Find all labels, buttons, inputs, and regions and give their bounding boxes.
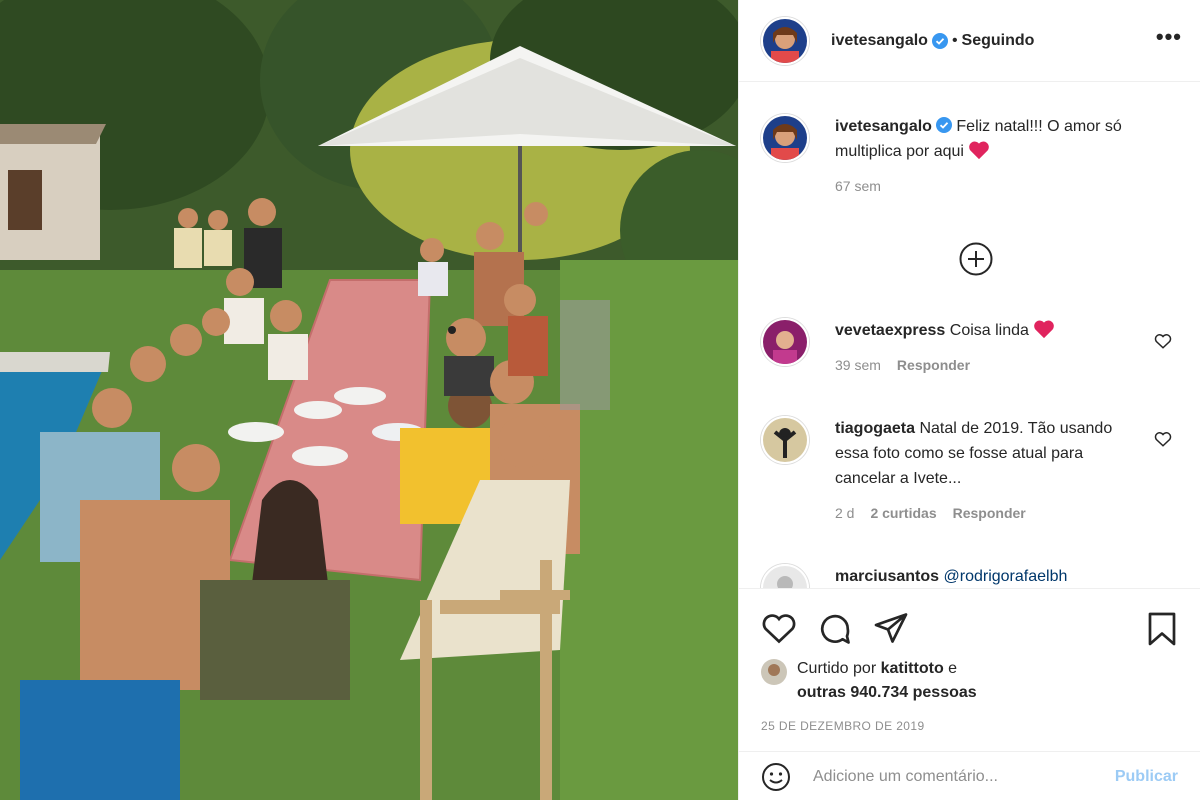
comment-time[interactable]: 2 d <box>835 505 854 521</box>
comment-mention[interactable]: @rodrigorafaelbh <box>944 568 1068 585</box>
add-comment-bar: Adicione um comentário... Publicar <box>739 751 1200 802</box>
comment-item: marciusantos @rodrigorafaelbh <box>761 564 1178 588</box>
publish-button[interactable]: Publicar <box>1115 768 1178 786</box>
post-actions: Curtido por katittoto e outras 940.734 p… <box>739 588 1200 801</box>
heart-icon[interactable] <box>761 611 797 645</box>
share-icon[interactable] <box>873 611 909 645</box>
caption: ivetesangalo Feliz natal!!! O amor só mu… <box>761 114 1178 199</box>
separator-dot: • <box>951 31 958 49</box>
red-heart-icon <box>1034 320 1055 339</box>
liker-username[interactable]: katittoto <box>881 660 944 677</box>
likes-others[interactable]: outras 940.734 pessoas <box>797 684 977 701</box>
avatar[interactable] <box>761 114 809 162</box>
reply-button[interactable]: Responder <box>897 357 970 373</box>
family-dinner-photo <box>0 0 738 800</box>
emoji-icon[interactable] <box>761 762 791 792</box>
more-icon[interactable]: ••• <box>1156 24 1182 50</box>
liker-avatar[interactable] <box>761 659 787 685</box>
comment-username[interactable]: vevetaexpress <box>835 322 945 339</box>
instagram-post: ivetesangalo • Seguindo ••• ivetesangalo… <box>0 0 1200 800</box>
post-photo[interactable] <box>0 0 738 800</box>
comment-username[interactable]: tiagogaeta <box>835 420 915 437</box>
caption-username[interactable]: ivetesangalo <box>835 118 932 135</box>
load-more-comments-icon[interactable] <box>959 242 993 276</box>
verified-icon <box>935 117 952 133</box>
avatar[interactable] <box>761 16 809 65</box>
verified-icon <box>931 32 948 49</box>
avatar[interactable] <box>761 564 809 588</box>
following-button[interactable]: Seguindo <box>962 32 1035 50</box>
caption-time[interactable]: 67 sem <box>835 178 881 194</box>
header-username[interactable]: ivetesangalo <box>831 32 928 50</box>
comments-list[interactable]: ivetesangalo Feliz natal!!! O amor só mu… <box>739 82 1200 588</box>
comment-username[interactable]: marciusantos <box>835 568 939 585</box>
like-comment-icon[interactable] <box>1154 332 1172 350</box>
post-date[interactable]: 25 DE DEZEMBRO DE 2019 <box>761 719 925 733</box>
comment-text: Coisa linda <box>949 322 1029 339</box>
post-sidebar: ivetesangalo • Seguindo ••• ivetesangalo… <box>738 0 1200 800</box>
like-comment-icon[interactable] <box>1154 430 1172 448</box>
likes-and: e <box>948 660 958 677</box>
reply-button[interactable]: Responder <box>953 505 1026 521</box>
comment-item: vevetaexpress Coisa linda 39 sem Responde… <box>761 318 1178 378</box>
comment-time[interactable]: 39 sem <box>835 357 881 373</box>
comment-icon[interactable] <box>817 611 853 647</box>
likes-summary: Curtido por katittoto e outras 940.734 p… <box>761 657 977 705</box>
red-heart-icon <box>969 141 990 160</box>
post-header: ivetesangalo • Seguindo ••• <box>739 0 1200 82</box>
likes-prefix: Curtido por <box>797 660 877 677</box>
comment-item: tiagogaeta Natal de 2019. Tão usando ess… <box>761 416 1178 526</box>
comment-likes[interactable]: 2 curtidas <box>870 505 936 521</box>
avatar[interactable] <box>761 318 809 366</box>
add-comment-input[interactable]: Adicione um comentário... <box>813 768 1115 786</box>
avatar[interactable] <box>761 416 809 464</box>
bookmark-icon[interactable] <box>1146 611 1178 647</box>
